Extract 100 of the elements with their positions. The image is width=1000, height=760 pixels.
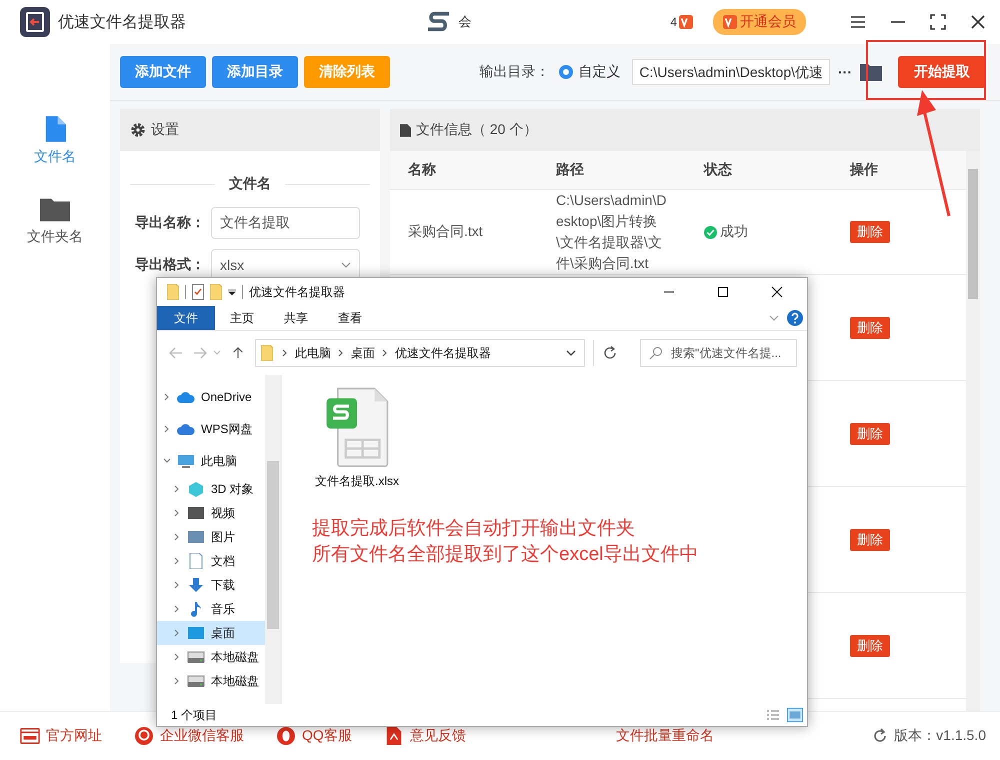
close-icon[interactable] bbox=[970, 14, 986, 30]
document-icon bbox=[400, 124, 411, 136]
delete-button[interactable]: 删除 bbox=[850, 316, 890, 338]
down-arrow-icon bbox=[187, 577, 205, 593]
more-button[interactable]: ··· bbox=[838, 64, 852, 80]
close-icon[interactable] bbox=[771, 286, 783, 298]
menu-icon[interactable] bbox=[850, 14, 866, 30]
chevron-down-icon bbox=[341, 262, 351, 268]
desktop-icon bbox=[187, 625, 205, 641]
nav-item[interactable]: 本地磁盘 bbox=[157, 669, 265, 693]
chevron-right-icon bbox=[173, 677, 181, 685]
chevron-right-icon bbox=[173, 533, 181, 541]
delete-button[interactable]: 删除 bbox=[850, 528, 890, 550]
drive-icon bbox=[187, 673, 205, 689]
maximize-icon[interactable] bbox=[717, 286, 729, 298]
output-path-field[interactable]: C:\Users\admin\Desktop\优速 bbox=[632, 59, 830, 85]
table-cell: 采购合同.txt bbox=[408, 223, 483, 239]
gear-icon bbox=[130, 122, 146, 138]
chevron-right-icon bbox=[173, 485, 181, 493]
footer-link[interactable]: QQ客服 bbox=[276, 727, 352, 745]
app-logo-icon bbox=[20, 7, 50, 37]
chevron-down-icon[interactable] bbox=[769, 315, 779, 321]
folder-icon bbox=[167, 284, 179, 300]
vip-icon bbox=[679, 15, 693, 29]
chevron-right-icon bbox=[173, 629, 181, 637]
nav-item[interactable]: 桌面 bbox=[157, 621, 265, 645]
nav-item[interactable]: 文档 bbox=[157, 549, 265, 573]
chevron-right-icon bbox=[163, 393, 171, 401]
scrollbar[interactable] bbox=[966, 151, 980, 711]
help-icon[interactable] bbox=[787, 310, 803, 326]
nav-item[interactable]: 视频 bbox=[157, 501, 265, 525]
batch-rename-link[interactable]: 文件批量重命名 bbox=[616, 727, 714, 745]
up-icon[interactable] bbox=[231, 347, 245, 359]
folder-icon[interactable] bbox=[860, 63, 882, 81]
chevron-right-icon bbox=[163, 425, 171, 433]
version-label: 版本：v1.1.5.0 bbox=[894, 727, 986, 745]
refresh-icon[interactable] bbox=[872, 728, 888, 744]
cloud-icon bbox=[177, 421, 195, 437]
footer-link[interactable]: 官方网址 bbox=[20, 727, 102, 745]
dropdown-icon[interactable] bbox=[228, 288, 236, 296]
column-header: 名称 bbox=[406, 161, 437, 179]
column-header: 路径 bbox=[555, 161, 585, 179]
vip-icon bbox=[723, 15, 737, 29]
custom-radio[interactable]: 自定义 bbox=[559, 63, 620, 81]
section-title: 文件名 bbox=[229, 175, 271, 193]
nav-item[interactable]: 音乐 bbox=[157, 597, 265, 621]
chevron-down-icon bbox=[566, 350, 576, 356]
column-header: 状态 bbox=[702, 161, 733, 179]
ribbon-tab[interactable]: 查看 bbox=[323, 306, 377, 330]
cube-icon bbox=[187, 481, 205, 497]
ribbon-tab[interactable]: 主页 bbox=[215, 306, 269, 330]
nav-item[interactable]: 下载 bbox=[157, 573, 265, 597]
annotation-text: 所有文件名全部提取到了这个excel导出文件中 bbox=[312, 543, 700, 567]
item-count: 1 个项目 bbox=[171, 706, 218, 724]
ribbon-tab[interactable]: 文件 bbox=[157, 306, 215, 330]
chevron-right-icon bbox=[173, 509, 181, 517]
nav-item[interactable]: WPS网盘 bbox=[157, 413, 265, 445]
scrollbar[interactable] bbox=[265, 375, 281, 704]
folder-icon bbox=[40, 196, 70, 222]
large-icons-view-icon[interactable] bbox=[787, 707, 803, 723]
document-icon bbox=[187, 553, 205, 569]
annotation-text: 提取完成后软件会自动打开输出文件夹 bbox=[312, 517, 636, 541]
status-success: 成功 bbox=[704, 223, 832, 241]
field-label: 导出名称： bbox=[135, 214, 205, 232]
search-icon bbox=[649, 346, 663, 360]
footer-link[interactable]: 企业微信客服 bbox=[134, 727, 244, 745]
properties-icon[interactable] bbox=[192, 284, 204, 300]
chevron-right-icon bbox=[338, 349, 344, 357]
ribbon-tab[interactable]: 共享 bbox=[269, 306, 323, 330]
spreadsheet-file-icon bbox=[325, 387, 389, 467]
file-item[interactable]: 文件名提取.xlsx bbox=[312, 387, 402, 490]
chevron-right-icon bbox=[173, 653, 181, 661]
footer-link[interactable]: 意见反馈 bbox=[384, 727, 466, 745]
user-fragment: 4 bbox=[670, 15, 677, 29]
nav-item[interactable]: 此电脑 bbox=[157, 445, 265, 477]
file-info-title: 文件信息（ 20 个） bbox=[416, 121, 538, 139]
delete-button[interactable]: 删除 bbox=[850, 221, 890, 243]
search-field[interactable]: 搜索"优速文件名提... bbox=[640, 339, 797, 367]
address-bar[interactable]: 此电脑 桌面 优速文件名提取器 bbox=[255, 339, 585, 367]
user-name: 会 bbox=[458, 13, 472, 31]
start-button[interactable]: 开始提取 bbox=[898, 56, 986, 88]
export-name-field[interactable]: 文件名提取 bbox=[211, 207, 360, 239]
chevron-down-icon bbox=[163, 457, 171, 465]
chevron-right-icon bbox=[173, 581, 181, 589]
drive-icon bbox=[187, 649, 205, 665]
cloud-icon bbox=[177, 389, 195, 405]
fullscreen-icon[interactable] bbox=[930, 14, 946, 30]
settings-title: 设置 bbox=[151, 121, 179, 139]
chevron-right-icon bbox=[382, 349, 388, 357]
check-circle-icon bbox=[704, 226, 717, 238]
delete-button[interactable]: 删除 bbox=[850, 422, 890, 444]
sidebar-item[interactable]: 文件夹名 bbox=[27, 196, 83, 246]
delete-button[interactable]: 删除 bbox=[850, 634, 890, 656]
file-name: 文件名提取.xlsx bbox=[315, 473, 399, 490]
nav-item[interactable]: 3D 对象 bbox=[157, 477, 265, 501]
nav-item[interactable]: 本地磁盘 bbox=[157, 645, 265, 669]
nav-item[interactable]: 图片 bbox=[157, 525, 265, 549]
file-icon bbox=[44, 116, 66, 142]
nav-item[interactable]: OneDrive bbox=[157, 381, 265, 413]
monitor-icon bbox=[177, 453, 195, 469]
